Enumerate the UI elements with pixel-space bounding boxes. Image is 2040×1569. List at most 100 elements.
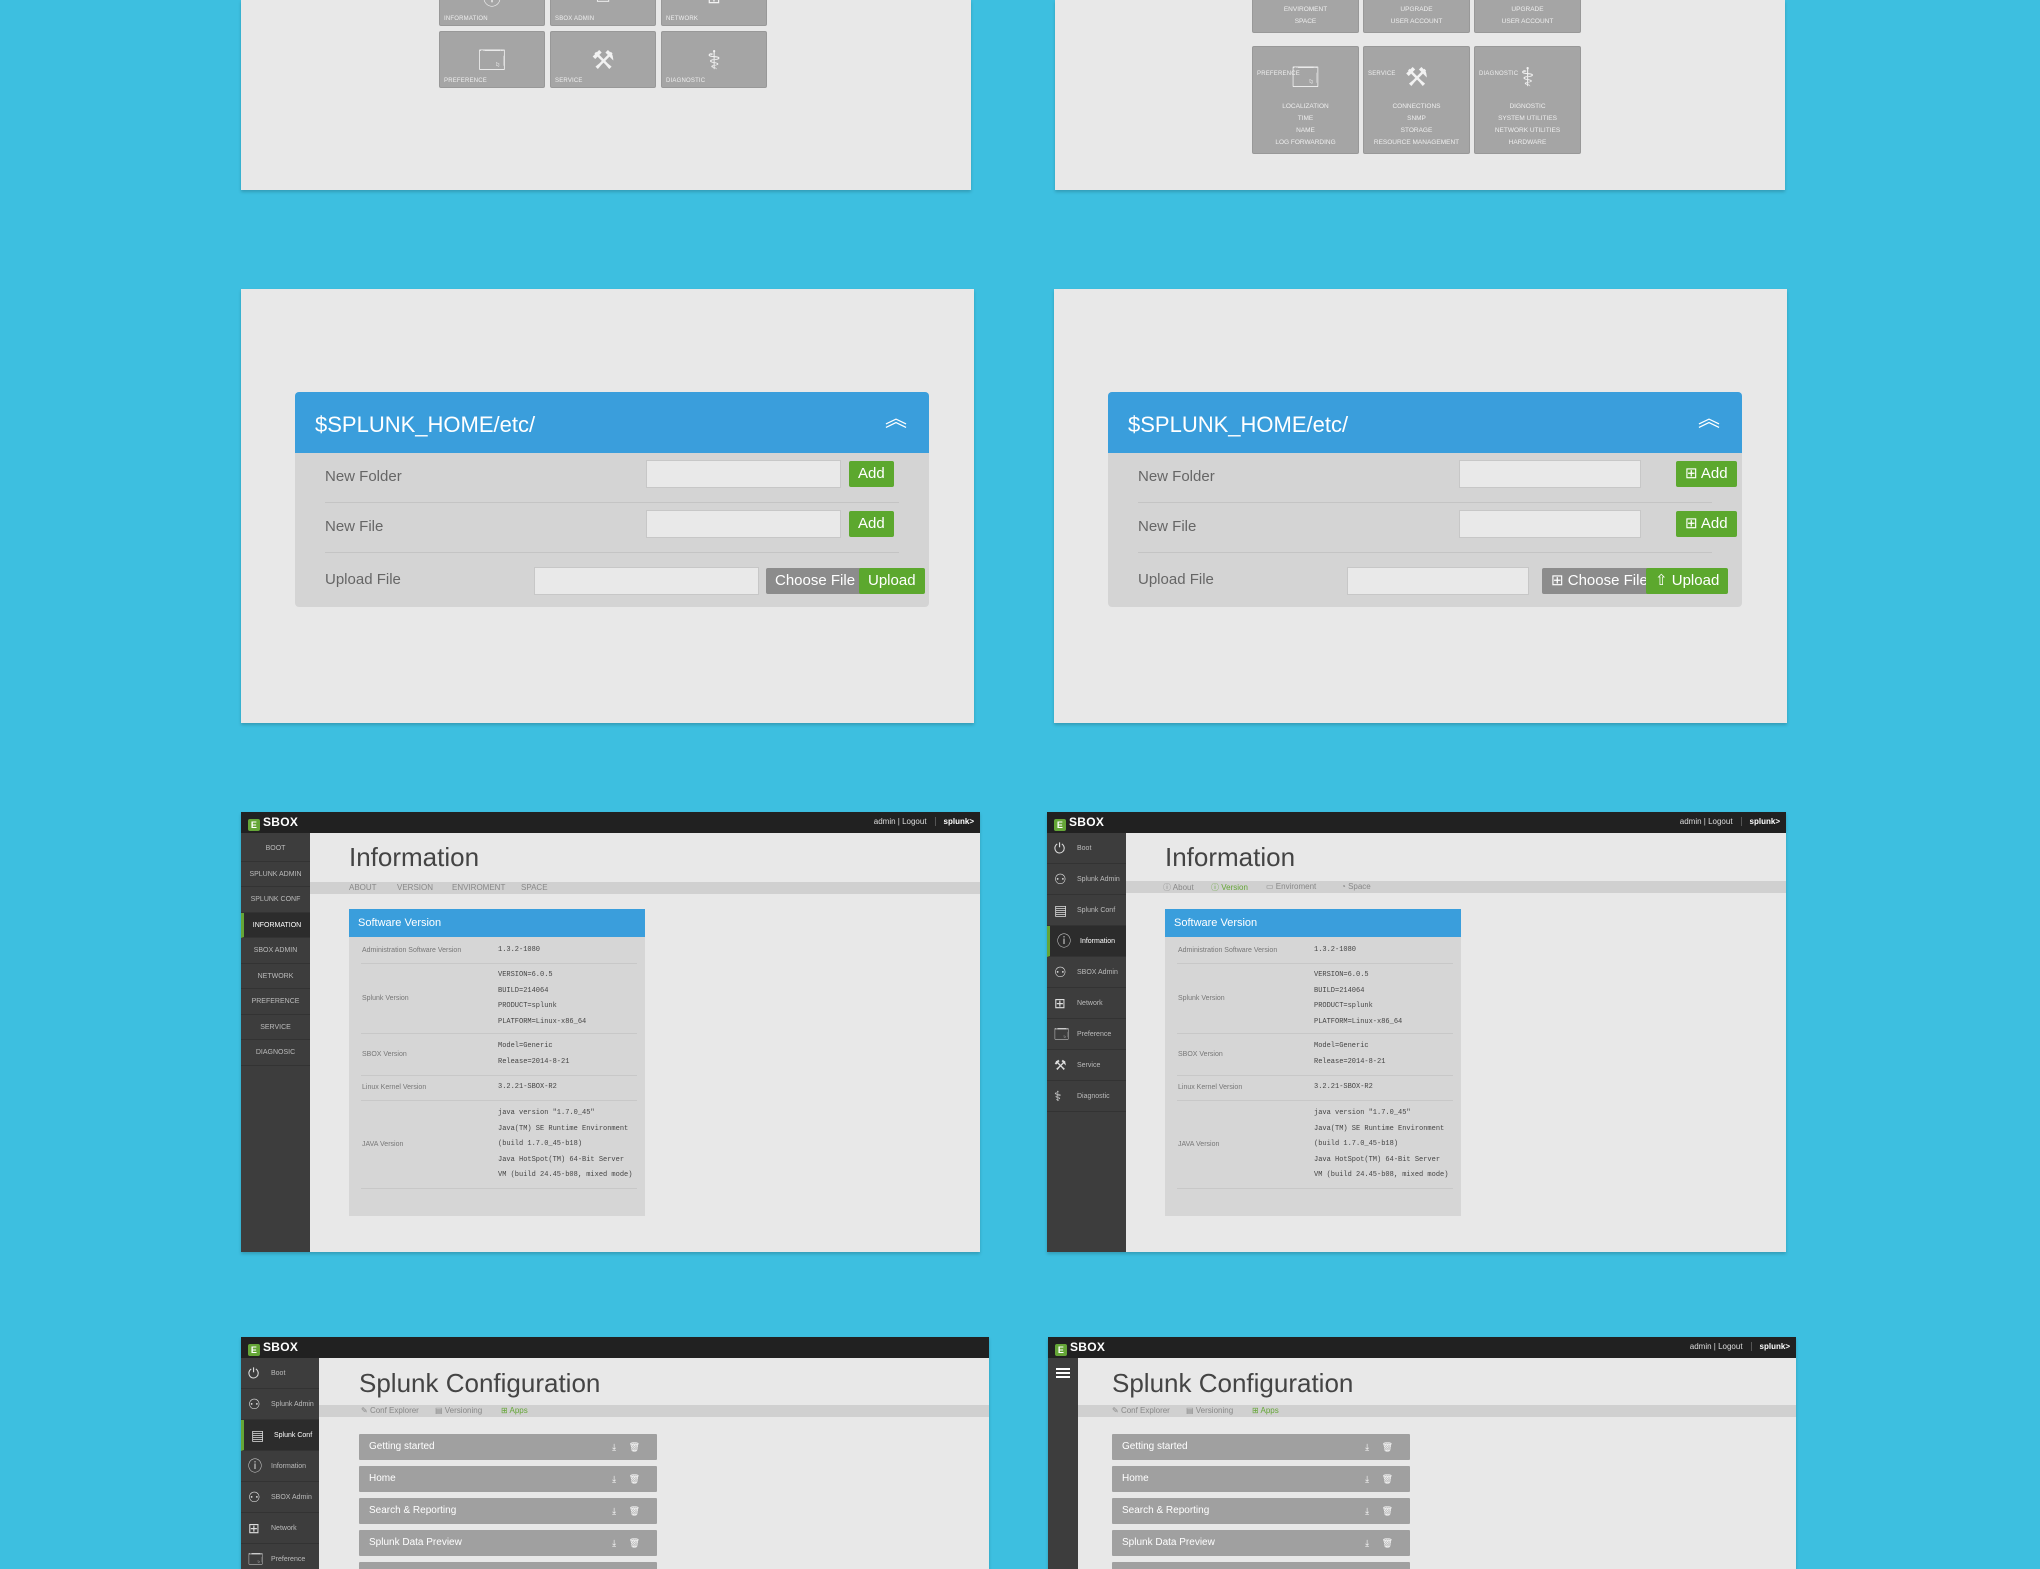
tab-enviroment[interactable]: ▭ Enviroment (1266, 882, 1316, 891)
upload-file-input[interactable] (534, 567, 759, 595)
user-link[interactable]: admin (874, 817, 896, 826)
panel-header[interactable]: $SPLUNK_HOME/etc/ ︽ (1108, 392, 1742, 453)
sbox-logo[interactable]: E SBOX (1054, 815, 1104, 831)
tile-diagnostic[interactable]: DIAGNOSTIC ⚕ DIGNOSTIC SYSTEM UTILITIES NE… (1474, 46, 1581, 154)
row-actions-icon[interactable]: ⤓ 🗑 (1365, 1434, 1398, 1460)
tab-enviroment[interactable]: ENVIROMENT (452, 883, 505, 892)
choose-file-button[interactable]: Choose File (766, 568, 865, 594)
sidebar-item-sbox-admin[interactable]: SBOX ADMIN (241, 938, 310, 964)
sidebar-item-information[interactable]: INFORMATION (241, 912, 310, 938)
sidebar-item-splunk-conf[interactable]: ▤ Splunk Conf (1047, 895, 1126, 926)
upload-file-input[interactable] (1347, 567, 1529, 595)
list-item[interactable]: Getting started ⤓ 🗑 (359, 1434, 657, 1460)
logout-link[interactable]: Logout (1708, 817, 1732, 826)
new-file-input[interactable] (646, 510, 841, 538)
tab-about[interactable]: ABOUT (349, 883, 377, 892)
sidebar-item-preference[interactable]: 🗔 Preference (1047, 1019, 1126, 1050)
sidebar-item-diagnostic[interactable]: ⚕ Diagnostic (1047, 1081, 1126, 1112)
tab-apps[interactable]: ⊞ Apps (501, 1406, 528, 1415)
row-actions-icon[interactable]: ⤓ 🗑 (1365, 1466, 1398, 1492)
tab-space[interactable]: ◔ Space (1341, 882, 1371, 891)
new-folder-input[interactable] (646, 460, 841, 488)
new-file-input[interactable] (1459, 510, 1641, 538)
tab-versioning[interactable]: ▤ Versioning (435, 1406, 482, 1415)
splunk-logo[interactable]: splunk> (1750, 1342, 1790, 1351)
sbox-logo[interactable]: E SBOX (248, 1340, 298, 1356)
tab-space[interactable]: SPACE (521, 883, 548, 892)
list-item[interactable]: Splunk Data Preview ⤓ 🗑 (1112, 1530, 1410, 1556)
tab-version[interactable]: ⓘ Version (1211, 882, 1248, 893)
add-folder-button[interactable]: Add (849, 461, 894, 487)
row-actions-icon[interactable]: ⤓ 🗑 (1365, 1530, 1398, 1556)
list-item[interactable]: Search & Reporting ⤓ 🗑 (1112, 1498, 1410, 1524)
tile-sbox-admin[interactable]: UPGRADE USER ACCOUNT (1363, 0, 1470, 33)
sidebar-item-network[interactable]: ⊞ Network (1047, 988, 1126, 1019)
tab-versioning[interactable]: ▤ Versioning (1186, 1406, 1233, 1415)
splunk-logo[interactable]: splunk> (934, 817, 974, 826)
tile-service[interactable]: SERVICE ⚒ CONNECTIONS SNMP STORAGE RESOURCE… (1363, 46, 1470, 154)
sidebar-item-boot[interactable]: ⏻ Boot (241, 1358, 319, 1389)
sidebar-item-preference[interactable]: 🗔 Preference (241, 1544, 319, 1569)
tile-information[interactable]: ⓘ INFORMATION (439, 0, 545, 26)
add-folder-button[interactable]: ⊞ Add (1676, 461, 1737, 487)
sidebar-item-splunk-admin[interactable]: SPLUNK ADMIN (241, 862, 310, 887)
sidebar-item-splunk-admin[interactable]: ⚇ Splunk Admin (1047, 864, 1126, 895)
sidebar-item-splunk-conf[interactable]: SPLUNK CONF (241, 887, 310, 913)
list-item[interactable]: Splunk Data Preview ⤓ 🗑 (359, 1530, 657, 1556)
upload-button[interactable]: Upload (859, 568, 925, 594)
list-item[interactable] (1112, 1562, 1410, 1569)
panel-header[interactable]: $SPLUNK_HOME/etc/ ︽ (295, 392, 929, 453)
logout-link[interactable]: Logout (902, 817, 926, 826)
upload-button[interactable]: ⇧ Upload (1646, 568, 1729, 594)
tile-network[interactable]: ⊞ NETWORK (661, 0, 767, 26)
sidebar-item-splunk-admin[interactable]: ⚇ Splunk Admin (241, 1389, 319, 1420)
sidebar-item-sbox-admin[interactable]: ⚇ SBOX Admin (241, 1482, 319, 1513)
tile-information[interactable]: ENVIROMENT SPACE (1252, 0, 1359, 33)
collapse-chevron-icon[interactable]: ︽ (885, 408, 907, 430)
user-link[interactable]: admin (1680, 817, 1702, 826)
tile-diagnostic[interactable]: ⚕ DIAGNOSTIC (661, 31, 767, 88)
sidebar-item-diagnostic[interactable]: DIAGNOSIC (241, 1040, 310, 1066)
sidebar-item-preference[interactable]: PREFERENCE (241, 989, 310, 1015)
list-item[interactable]: Home ⤓ 🗑 (1112, 1466, 1410, 1492)
tile-preference[interactable]: PREFERENCE 🗔 LOCALIZATION TIME NAME LOG FOR… (1252, 46, 1359, 154)
tile-splunk-admin[interactable]: UPGRADE USER ACCOUNT (1474, 0, 1581, 33)
new-folder-input[interactable] (1459, 460, 1641, 488)
sidebar-item-information[interactable]: ⓘ Information (1047, 926, 1126, 957)
sidebar-item-service[interactable]: ⚒ Service (1047, 1050, 1126, 1081)
tile-preference[interactable]: 🗔 PREFERENCE (439, 31, 545, 88)
add-file-button[interactable]: ⊞ Add (1676, 511, 1737, 537)
row-actions-icon[interactable]: ⤓ 🗑 (612, 1530, 645, 1556)
tile-sbox-admin[interactable]: ▭ SBOX ADMIN (550, 0, 656, 26)
tab-about[interactable]: ⓘ About (1163, 882, 1194, 893)
tab-apps[interactable]: ⊞ Apps (1252, 1406, 1279, 1415)
list-item[interactable]: Search & Reporting ⤓ 🗑 (359, 1498, 657, 1524)
splunk-logo[interactable]: splunk> (1740, 817, 1780, 826)
sidebar-item-service[interactable]: SERVICE (241, 1015, 310, 1040)
list-item[interactable]: Getting started ⤓ 🗑 (1112, 1434, 1410, 1460)
tab-conf-explorer[interactable]: ✎ Conf Explorer (1112, 1406, 1170, 1415)
sidebar-item-splunk-conf[interactable]: ▤ Splunk Conf (241, 1420, 319, 1451)
add-file-button[interactable]: Add (849, 511, 894, 537)
list-item[interactable] (359, 1562, 657, 1569)
sbox-logo[interactable]: E SBOX (248, 815, 298, 831)
hamburger-menu-icon[interactable] (1056, 1368, 1070, 1378)
list-item[interactable]: Home ⤓ 🗑 (359, 1466, 657, 1492)
sidebar-item-network[interactable]: ⊞ Network (241, 1513, 319, 1544)
collapse-chevron-icon[interactable]: ︽ (1698, 408, 1720, 430)
sidebar-item-information[interactable]: ⓘ Information (241, 1451, 319, 1482)
row-actions-icon[interactable]: ⤓ 🗑 (612, 1466, 645, 1492)
row-actions-icon[interactable]: ⤓ 🗑 (1365, 1498, 1398, 1524)
tab-version[interactable]: VERSION (397, 883, 433, 892)
sidebar-item-network[interactable]: NETWORK (241, 964, 310, 989)
tab-conf-explorer[interactable]: ✎ Conf Explorer (361, 1406, 419, 1415)
user-link[interactable]: admin (1690, 1342, 1712, 1351)
sidebar-item-boot[interactable]: ⏻ Boot (1047, 833, 1126, 864)
sbox-logo[interactable]: E SBOX (1055, 1340, 1105, 1356)
logout-link[interactable]: Logout (1718, 1342, 1742, 1351)
tile-service[interactable]: ⚒ SERVICE (550, 31, 656, 88)
sidebar-item-boot[interactable]: BOOT (241, 836, 310, 862)
row-actions-icon[interactable]: ⤓ 🗑 (612, 1434, 645, 1460)
sidebar-item-sbox-admin[interactable]: ⚇ SBOX Admin (1047, 957, 1126, 988)
choose-file-button[interactable]: ⊞ Choose File (1542, 568, 1657, 594)
